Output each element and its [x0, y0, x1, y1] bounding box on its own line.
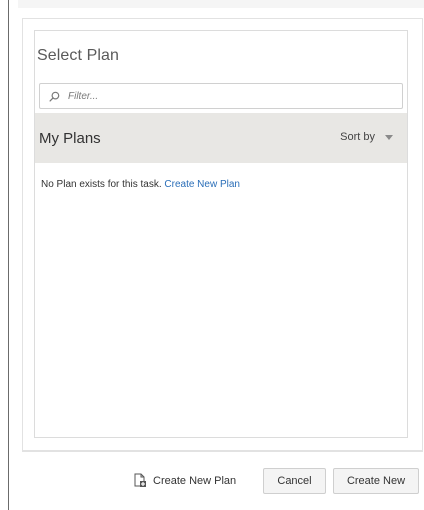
my-plans-title: My Plans: [39, 130, 101, 147]
chevron-down-icon: [385, 135, 393, 140]
sort-by-label: Sort by: [340, 131, 375, 143]
panel-title: Select Plan: [37, 47, 120, 64]
filter-input[interactable]: [66, 89, 390, 103]
window-edge: [8, 0, 9, 510]
footer-divider: [22, 450, 422, 451]
dialog-footer: Create New Plan Cancel Create New: [0, 468, 424, 498]
create-new-plan-label: Create New Plan: [153, 475, 237, 487]
sort-by-dropdown[interactable]: Sort by: [340, 131, 393, 143]
new-document-icon: [133, 473, 147, 490]
create-new-plan-button[interactable]: Create New Plan: [133, 468, 236, 494]
select-plan-panel: Select Plan My Plans Sort by No Plan exi…: [34, 30, 408, 438]
create-new-plan-link[interactable]: Create New Plan: [164, 179, 240, 190]
cancel-button[interactable]: Cancel: [263, 468, 326, 494]
my-plans-header: My Plans Sort by: [35, 113, 407, 163]
dialog-top-shadow: [18, 0, 424, 8]
create-new-button[interactable]: Create New: [333, 468, 419, 494]
filter-field[interactable]: [39, 83, 403, 109]
search-icon: [48, 90, 60, 102]
empty-state-text: No Plan exists for this task.: [41, 179, 162, 190]
empty-state-message: No Plan exists for this task. Create New…: [41, 179, 240, 190]
